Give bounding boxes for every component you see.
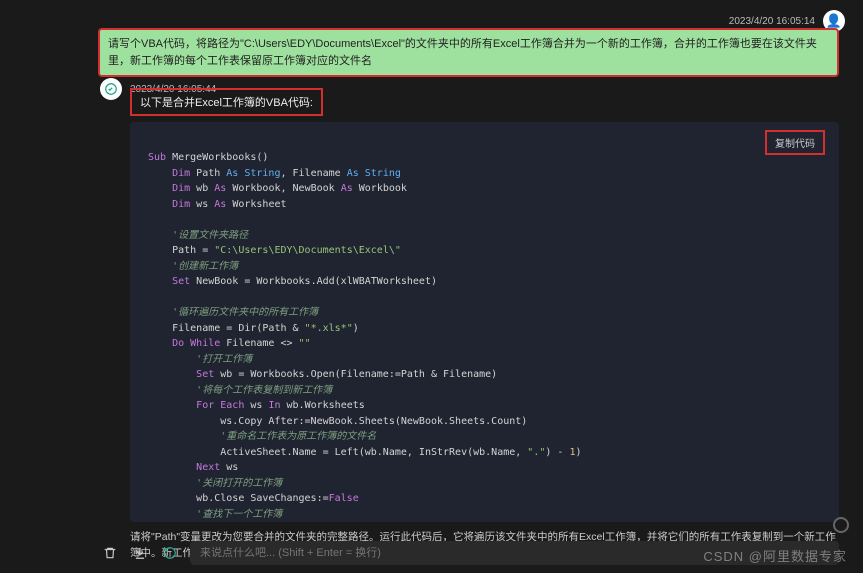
refresh-icon[interactable] xyxy=(160,543,180,563)
scroll-indicator-icon xyxy=(833,517,849,533)
delete-icon[interactable] xyxy=(100,543,120,563)
export-icon[interactable] xyxy=(130,543,150,563)
user-message-text: 请写个VBA代码，将路径为"C:\Users\EDY\Documents\Exc… xyxy=(108,38,817,67)
code-content: Sub MergeWorkbooks() Dim Path As String,… xyxy=(148,150,821,522)
assistant-intro: 以下是合并Excel工作簿的VBA代码: xyxy=(130,88,323,116)
input-bar xyxy=(100,541,839,565)
copy-code-button[interactable]: 复制代码 xyxy=(765,130,825,155)
user-timestamp: 2023/4/20 16:05:14 xyxy=(729,16,815,27)
code-block: 复制代码 Sub MergeWorkbooks() Dim Path As St… xyxy=(130,122,839,522)
assistant-avatar xyxy=(100,78,122,100)
message-input[interactable] xyxy=(200,547,829,559)
user-message-bubble: 请写个VBA代码，将路径为"C:\Users\EDY\Documents\Exc… xyxy=(98,28,839,77)
message-input-wrapper[interactable] xyxy=(190,541,839,565)
assistant-body: 以下是合并Excel工作簿的VBA代码: 复制代码 Sub MergeWorkb… xyxy=(130,88,839,562)
